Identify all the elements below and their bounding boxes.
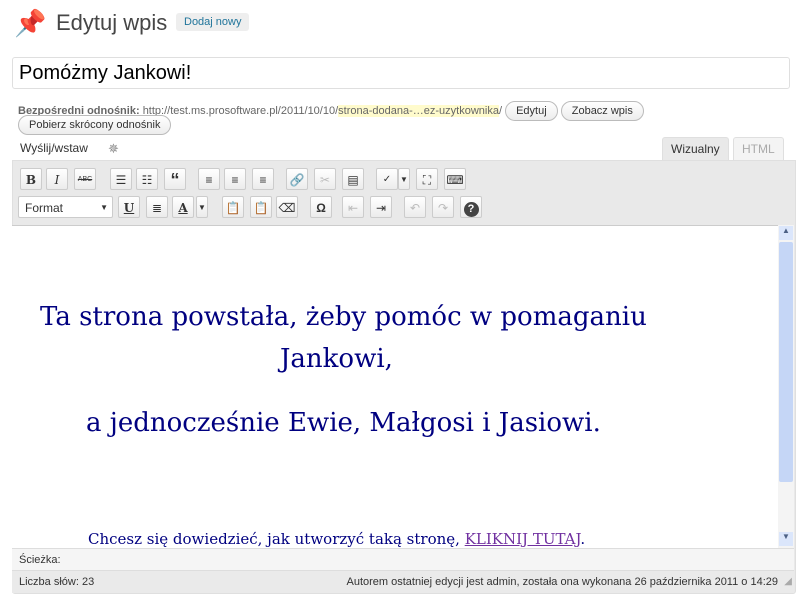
permalink-slug[interactable]: strona-dodana-…ez-uzytkownika	[338, 105, 499, 117]
page-title: Edytuj wpis	[56, 10, 168, 35]
align-center-icon[interactable]: ≡	[224, 168, 246, 190]
permalink-trail: /	[498, 105, 503, 117]
spellcheck-dropdown-icon[interactable]: ▼	[398, 168, 410, 190]
more-tag-icon[interactable]: ▤	[342, 168, 364, 190]
upload-insert-label: Wyślij/wstaw	[20, 141, 88, 155]
bullet-list-icon[interactable]: ☰	[110, 168, 132, 190]
format-select[interactable]: Format ▼	[18, 196, 113, 218]
scroll-thumb[interactable]	[779, 242, 793, 482]
paste-word-icon[interactable]: 📋	[250, 196, 272, 218]
content-text: Chcesz się dowiedzieć, jak utworzyć taką…	[88, 530, 465, 548]
special-char-button[interactable]: Ω	[310, 196, 332, 218]
redo-icon[interactable]: ↷	[432, 196, 454, 218]
path-bar: Ścieżka:	[12, 548, 794, 571]
eraser-icon[interactable]: ⌫	[276, 196, 298, 218]
chevron-down-icon: ▼	[100, 203, 108, 212]
indent-icon[interactable]: ⇥	[370, 196, 392, 218]
scroll-down-icon[interactable]: ▼	[779, 532, 793, 546]
resize-handle-icon[interactable]: ◢	[784, 571, 792, 593]
fullscreen-icon[interactable]: ⛶	[416, 168, 438, 190]
help-button[interactable]: ?	[460, 196, 482, 218]
pushpin-icon: 📌	[14, 8, 47, 38]
text-color-button[interactable]: A	[172, 196, 194, 218]
permalink-base: http://test.ms.prosoftware.pl/2011/10/10…	[142, 105, 339, 117]
scrollbar[interactable]: ▲ ▼	[778, 225, 794, 548]
scroll-up-icon[interactable]: ▲	[779, 226, 793, 240]
content-line: Chcesz się dowiedzieć, jak utworzyć taką…	[88, 530, 585, 548]
tab-visual[interactable]: Wizualny	[662, 137, 729, 161]
italic-button[interactable]: I	[46, 168, 68, 190]
strikethrough-button[interactable]: ABC	[74, 168, 96, 190]
edit-permalink-button[interactable]: Edytuj	[505, 101, 558, 121]
paste-text-icon[interactable]: 📋	[222, 196, 244, 218]
bold-button[interactable]: B	[20, 168, 42, 190]
view-post-button[interactable]: Zobacz wpis	[560, 101, 644, 121]
justify-icon[interactable]: ≣	[146, 196, 168, 218]
content-line: a jednocześnie Ewie, Małgosi i Jasiowi.	[86, 408, 601, 438]
post-title-input[interactable]: Pomóżmy Jankowi!	[12, 57, 790, 89]
kitchen-sink-icon[interactable]: ⌨	[444, 168, 466, 190]
content-end: .	[580, 530, 586, 548]
tab-html[interactable]: HTML	[733, 137, 784, 161]
align-right-icon[interactable]: ≡	[252, 168, 274, 190]
word-count: Liczba słów: 23	[19, 576, 95, 588]
format-select-value: Format	[25, 201, 64, 215]
add-new-button[interactable]: Dodaj nowy	[176, 13, 250, 31]
align-left-icon[interactable]: ≡	[198, 168, 220, 190]
link-icon[interactable]: 🔗	[286, 168, 308, 190]
media-star-icon[interactable]: ✵	[108, 141, 119, 157]
numbered-list-icon[interactable]: ☷	[136, 168, 158, 190]
content-line: Jankowi,	[280, 344, 393, 374]
unlink-icon[interactable]: ✂	[314, 168, 336, 190]
help-icon: ?	[463, 202, 479, 217]
editor-content[interactable]: Ta strona powstała, żeby pomóc w pomagan…	[12, 225, 778, 549]
outdent-icon[interactable]: ⇤	[342, 196, 364, 218]
content-line: Ta strona powstała, żeby pomóc w pomagan…	[40, 302, 647, 332]
underline-button[interactable]: U	[118, 196, 140, 218]
path-label: Ścieżka:	[19, 554, 61, 566]
blockquote-button[interactable]: “	[164, 168, 186, 190]
click-here-link[interactable]: KLIKNIJ TUTAJ	[465, 530, 581, 548]
spellcheck-icon[interactable]: ✓	[376, 168, 398, 190]
status-bar: Liczba słów: 23 Autorem ostatniej edycji…	[12, 570, 794, 593]
shortlink-button[interactable]: Pobierz skrócony odnośnik	[18, 115, 172, 135]
last-edit-info: Autorem ostatniej edycji jest admin, zos…	[346, 576, 778, 588]
text-color-dropdown-icon[interactable]: ▼	[196, 196, 208, 218]
undo-icon[interactable]: ↶	[404, 196, 426, 218]
